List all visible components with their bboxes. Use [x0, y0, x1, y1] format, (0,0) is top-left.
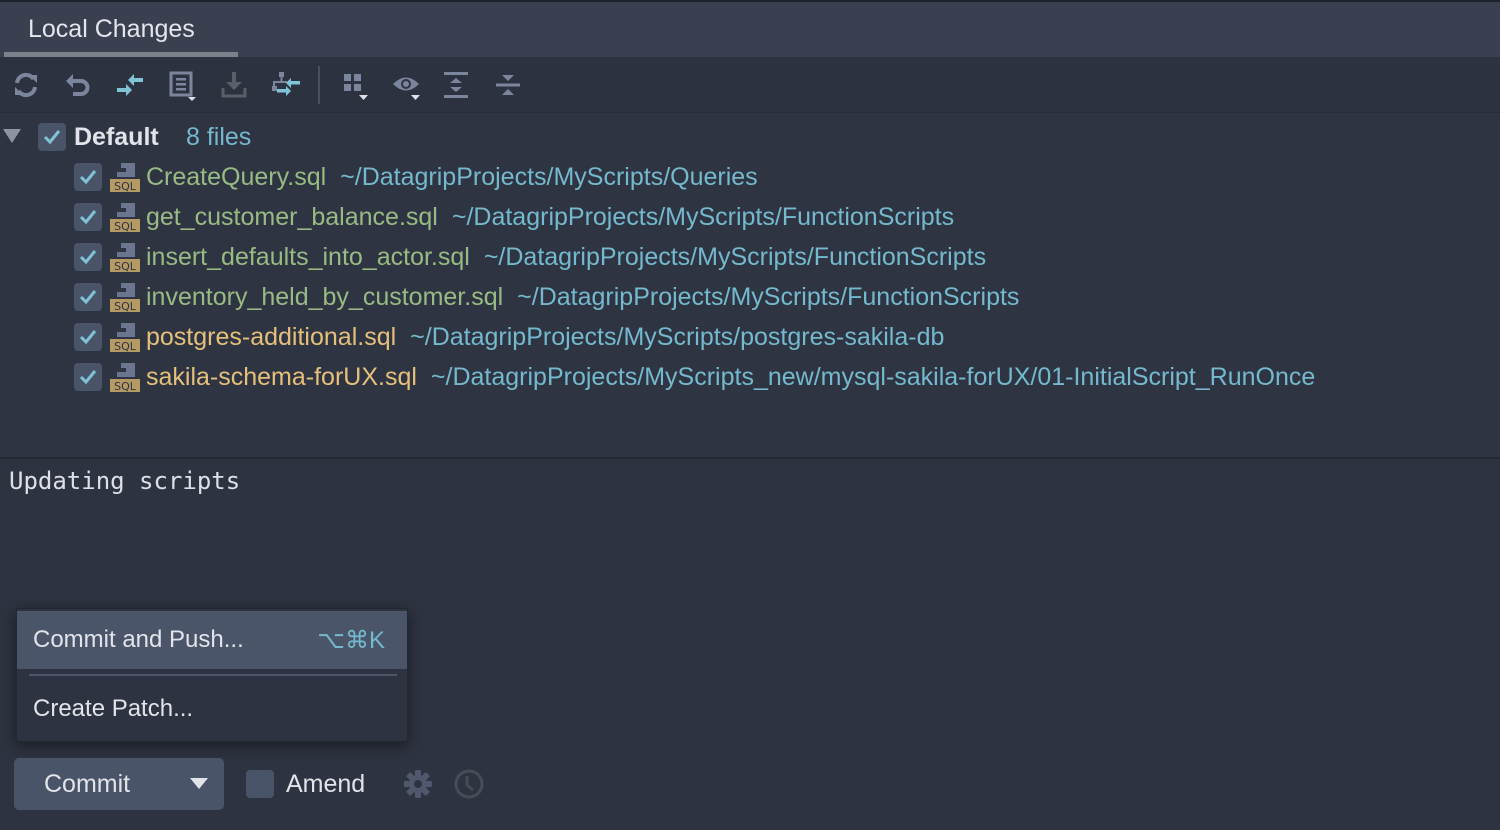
- checkmark-icon: [79, 210, 97, 225]
- file-checkbox[interactable]: [74, 163, 102, 191]
- tab-local-changes[interactable]: Local Changes: [4, 2, 238, 57]
- show-diff-button[interactable]: [110, 65, 150, 105]
- file-checkbox[interactable]: [74, 363, 102, 391]
- file-name: postgres-additional.sql ~/DatagripProject…: [146, 322, 945, 351]
- file-row[interactable]: SQL postgres-additional.sql ~/DatagripPro…: [0, 317, 1500, 357]
- changelist-icon: [169, 71, 196, 101]
- collapse-all-button[interactable]: [488, 65, 528, 105]
- group-by-button[interactable]: [334, 65, 374, 105]
- file-path: ~/DatagripProjects/MyScripts_new/mysql-s…: [430, 362, 1316, 391]
- changelist-row-default[interactable]: Default 8 files: [0, 117, 1500, 157]
- commit-button-label: Commit: [44, 770, 131, 798]
- sql-file-icon: SQL: [110, 363, 140, 393]
- file-row[interactable]: SQL get_customer_balance.sql ~/DatagripPr…: [0, 197, 1500, 237]
- menu-item-shortcut: ⌥⌘K: [317, 626, 385, 654]
- commit-button[interactable]: Commit: [14, 758, 224, 810]
- expand-all-icon: [444, 72, 468, 98]
- file-checkbox[interactable]: [74, 203, 102, 231]
- refresh-button[interactable]: [6, 65, 46, 105]
- toolbar-separator: [318, 66, 320, 104]
- checkmark-icon: [79, 250, 97, 265]
- shelve-icon: [221, 72, 247, 98]
- amend-label[interactable]: Amend: [286, 770, 365, 799]
- checkmark-icon: [79, 170, 97, 185]
- svg-text:SQL: SQL: [114, 260, 137, 273]
- gear-icon[interactable]: [402, 768, 434, 800]
- view-options-icon: [393, 77, 420, 100]
- changelist-file-count: 8 files: [186, 122, 252, 151]
- menu-item-label: Create Patch...: [33, 695, 194, 722]
- file-checkbox[interactable]: [74, 283, 102, 311]
- changelist-name: Default: [74, 122, 159, 151]
- amend-checkbox[interactable]: [246, 770, 274, 798]
- file-name: inventory_held_by_customer.sql ~/Datagrip…: [146, 282, 1020, 311]
- sql-file-icon: SQL: [110, 163, 140, 193]
- menu-item-commit-and-push[interactable]: Commit and Push... ⌥⌘K: [17, 611, 407, 669]
- commit-options-popup: Commit and Push... ⌥⌘K Create Patch...: [16, 608, 408, 742]
- checkmark-icon: [79, 290, 97, 305]
- file-checkbox[interactable]: [74, 243, 102, 271]
- commit-message-text[interactable]: Updating scripts: [9, 467, 240, 495]
- toolbar: [0, 57, 1500, 113]
- file-path: ~/DatagripProjects/MyScripts/Queries: [340, 162, 758, 191]
- expand-all-button[interactable]: [436, 65, 476, 105]
- view-options-button[interactable]: [386, 65, 426, 105]
- refresh-icon: [15, 72, 37, 98]
- svg-text:SQL: SQL: [114, 220, 137, 233]
- menu-item-create-patch[interactable]: Create Patch...: [17, 680, 407, 738]
- expand-toggle-icon[interactable]: [3, 129, 21, 143]
- diff-module-button[interactable]: [266, 65, 306, 105]
- file-path: ~/DatagripProjects/MyScripts/FunctionScr…: [451, 202, 955, 231]
- file-name: insert_defaults_into_actor.sql ~/Datagrip…: [146, 242, 987, 271]
- group-by-diff-icon: [272, 72, 300, 96]
- changelist-checkbox[interactable]: [38, 123, 66, 151]
- chevron-down-icon[interactable]: [190, 778, 208, 789]
- svg-text:SQL: SQL: [114, 340, 137, 353]
- checkmark-icon: [43, 130, 61, 145]
- checkmark-icon: [79, 370, 97, 385]
- file-row[interactable]: SQL sakila-schema-forUX.sql ~/DatagripPro…: [0, 357, 1500, 397]
- svg-text:SQL: SQL: [114, 380, 137, 393]
- group-by-icon: [344, 74, 368, 100]
- changelist-button[interactable]: [162, 65, 202, 105]
- collapse-all-icon: [496, 75, 520, 95]
- file-checkbox[interactable]: [74, 323, 102, 351]
- file-row[interactable]: SQL CreateQuery.sql ~/DatagripProjects/My…: [0, 157, 1500, 197]
- show-diff-icon: [117, 74, 143, 96]
- sql-file-icon: SQL: [110, 323, 140, 353]
- changes-tree: Default 8 files SQL CreateQuery.sql ~/Dat…: [0, 114, 1500, 457]
- tool-window-tabbar: Local Changes: [0, 0, 1500, 58]
- menu-separator: [29, 674, 397, 676]
- svg-text:SQL: SQL: [114, 300, 137, 313]
- rollback-button[interactable]: [58, 65, 98, 105]
- menu-item-label: Commit and Push...: [33, 626, 244, 653]
- file-row[interactable]: SQL insert_defaults_into_actor.sql ~/Data…: [0, 237, 1500, 277]
- svg-text:SQL: SQL: [114, 180, 137, 193]
- history-clock-icon[interactable]: [452, 767, 486, 801]
- shelve-button[interactable]: [214, 65, 254, 105]
- file-row[interactable]: SQL inventory_held_by_customer.sql ~/Data…: [0, 277, 1500, 317]
- file-path: ~/DatagripProjects/MyScripts/postgres-sa…: [410, 322, 945, 351]
- sql-file-icon: SQL: [110, 283, 140, 313]
- file-name: sakila-schema-forUX.sql ~/DatagripProject…: [146, 362, 1316, 391]
- rollback-icon: [66, 74, 90, 96]
- file-name: CreateQuery.sql ~/DatagripProjects/MyScri…: [146, 162, 758, 191]
- checkmark-icon: [79, 330, 97, 345]
- file-path: ~/DatagripProjects/MyScripts/FunctionScr…: [483, 242, 987, 271]
- file-path: ~/DatagripProjects/MyScripts/FunctionScr…: [517, 282, 1020, 311]
- sql-file-icon: SQL: [110, 243, 140, 273]
- sql-file-icon: SQL: [110, 203, 140, 233]
- file-name: get_customer_balance.sql ~/DatagripProjec…: [146, 202, 955, 231]
